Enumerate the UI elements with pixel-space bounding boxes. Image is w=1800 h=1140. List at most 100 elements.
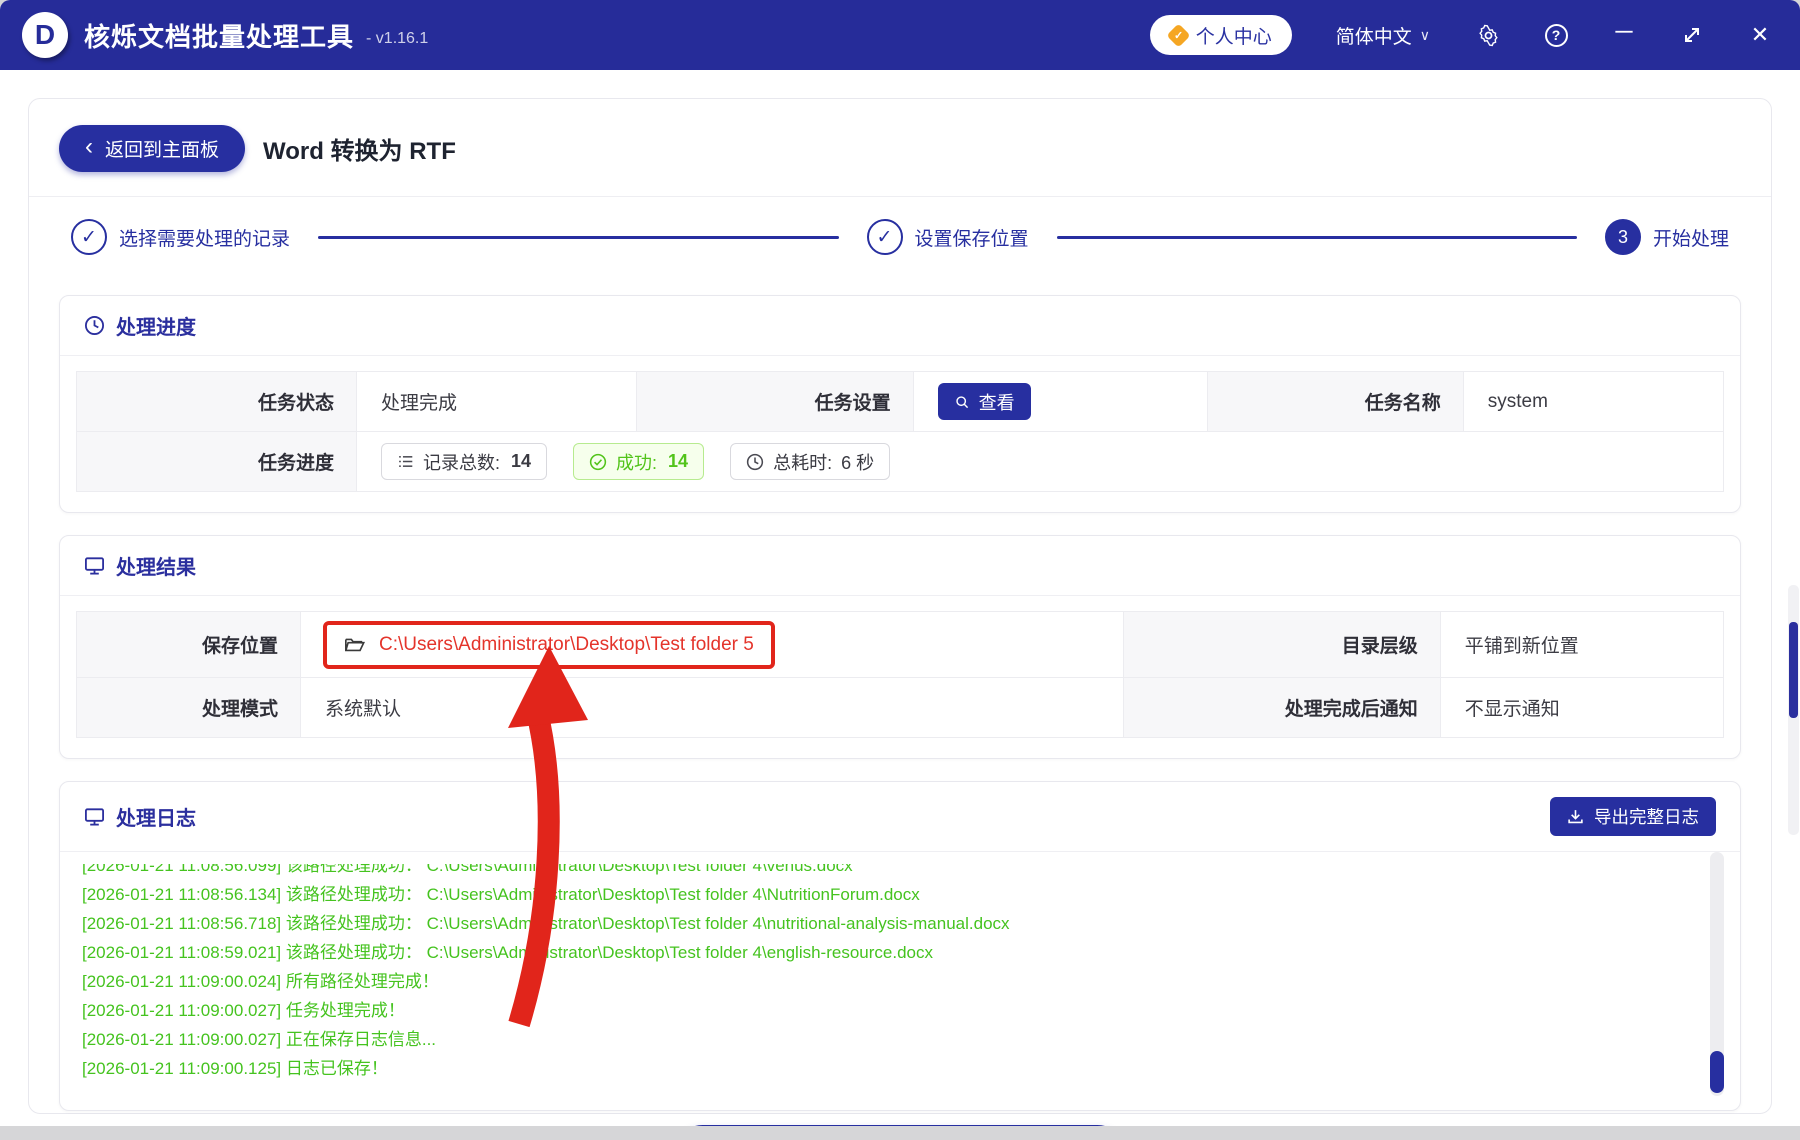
task-progress-label: 任务进度 [76,431,357,492]
records-total-badge: 记录总数: 14 [380,443,548,480]
step-select-records: ✓ 选择需要处理的记录 [71,219,290,255]
app-version: - v1.16.1 [366,30,429,47]
close-button[interactable]: ✕ [1748,22,1772,47]
view-button-label: 查看 [978,392,1015,413]
expand-icon [1685,28,1699,42]
export-log-button[interactable]: 导出完整日志 [1550,797,1716,836]
task-status-value: 处理完成 [355,371,637,432]
monitor-icon [85,808,104,826]
main-panel: ‹ 返回到主面板 Word 转换为 RTF ✓ 选择需要处理的记录 ✓ 设置保存… [28,98,1772,1126]
step2-check-icon: ✓ [866,219,903,255]
page-scrollbar-thumb[interactable] [1789,622,1798,718]
step-indicator: ✓ 选择需要处理的记录 ✓ 设置保存位置 3 开始处理 [59,197,1741,273]
download-icon [1568,810,1583,824]
result-section-title: 处理结果 [116,557,196,579]
log-scrollbar-track[interactable] [1710,852,1724,1096]
close-icon: ✕ [1750,22,1770,47]
back-button-label: 返回到主面板 [105,140,220,161]
title-bar: D 核烁文档批量处理工具 - v1.16.1 ✓ 个人中心 简体中文 ∨ ? ─… [0,0,1800,70]
help-icon: ? [1544,23,1568,47]
page-title: Word 转换为 RTF [263,138,456,165]
save-location-label: 保存位置 [76,611,301,678]
user-center-label: 个人中心 [1195,26,1272,48]
records-total-label: 记录总数: [422,452,500,473]
log-line: [2026-01-21 11:09:00.027] 正在保存日志信息... [82,1030,437,1049]
folder-icon [344,638,365,652]
log-line: [2026-01-21 11:09:00.024] 所有路径处理完成！ [82,972,439,991]
settings-button[interactable] [1476,23,1500,47]
directory-level-label: 目录层级 [1123,611,1441,678]
step2-label: 设置保存位置 [914,228,1029,250]
chevron-left-icon: ‹ [85,133,93,160]
app-title: 核烁文档批量处理工具 [84,21,355,52]
desktop-edge [0,1126,1800,1140]
step1-label: 选择需要处理的记录 [119,228,291,250]
gear-icon [1478,24,1498,46]
table-row: 任务进度 记录总数: 14 成功: 14 总耗时: 6 秒 [76,431,1725,492]
app-window: D 核烁文档批量处理工具 - v1.16.1 ✓ 个人中心 简体中文 ∨ ? ─… [0,0,1800,1126]
help-button[interactable]: ? [1544,23,1568,47]
language-selector[interactable]: 简体中文 ∨ [1336,22,1430,49]
notify-after-value: 不显示通知 [1439,677,1725,738]
user-center-button[interactable]: ✓ 个人中心 [1149,15,1292,55]
elapsed-time-label: 总耗时: [773,452,833,473]
success-value: 14 [668,451,689,471]
save-location-annotation-box: C:\Users\Administrator\Desktop\Test fold… [322,620,775,669]
maximize-button[interactable] [1680,23,1704,47]
task-settings-label: 任务设置 [635,371,914,432]
step1-check-icon: ✓ [71,219,107,255]
table-row: 任务状态 处理完成 任务设置 查看 任务名称 system [76,371,1725,432]
result-table: 保存位置 C:\Users\Administrator\Desktop\Test… [76,611,1725,738]
log-section-title: 处理日志 [116,808,196,830]
process-mode-label: 处理模式 [76,677,301,738]
log-line: [2026-01-21 11:09:00.027] 任务处理完成！ [82,1001,405,1020]
minimize-icon: ─ [1615,18,1633,45]
log-line: [2026-01-21 11:08:56.718] 该路径处理成功： C:\Us… [82,914,1010,933]
step3-label: 开始处理 [1653,228,1730,250]
list-icon [399,456,413,467]
membership-diamond-icon: ✓ [1166,22,1191,48]
step3-number-badge: 3 [1605,219,1641,255]
task-name-value: system [1462,371,1725,432]
elapsed-time-value: 6 秒 [841,452,875,473]
check-circle-icon [589,453,607,470]
processing-result-section: 处理结果 保存位置 C:\Users\Administrator\Desktop… [59,535,1741,759]
language-label: 简体中文 [1335,26,1412,48]
notify-after-label: 处理完成后通知 [1123,677,1441,738]
step-connector [318,235,839,239]
success-count-badge: 成功: 14 [573,443,705,480]
view-settings-button[interactable]: 查看 [937,383,1031,420]
chevron-down-icon: ∨ [1419,26,1430,43]
success-label: 成功: [616,452,658,473]
process-mode-value: 系统默认 [299,677,1125,738]
processing-progress-section: 处理进度 任务状态 处理完成 任务设置 查看 任务名称 system 任务进度 … [59,295,1741,513]
log-viewport[interactable]: [2026-01-21 11:08:56.099] 该路径处理成功： C:\Us… [82,864,1718,1092]
screen: D 核烁文档批量处理工具 - v1.16.1 ✓ 个人中心 简体中文 ∨ ? ─… [0,0,1800,1140]
directory-level-value: 平铺到新位置 [1439,611,1725,678]
step-connector [1056,235,1577,239]
monitor-icon [85,557,104,575]
save-location-path[interactable]: C:\Users\Administrator\Desktop\Test fold… [379,634,754,656]
step-save-location: ✓ 设置保存位置 [866,219,1029,255]
view-icon [955,395,968,408]
logo-letter: D [34,19,56,50]
log-line: [2026-01-21 11:08:59.021] 该路径处理成功： C:\Us… [82,943,933,962]
log-scrollbar-thumb[interactable] [1710,1051,1724,1093]
progress-table: 任务状态 处理完成 任务设置 查看 任务名称 system 任务进度 记录总数:… [76,371,1725,492]
table-row: 处理模式 系统默认 处理完成后通知 不显示通知 [76,677,1725,738]
log-line: [2026-01-21 11:09:00.125] 日志已保存！ [82,1059,388,1078]
task-status-label: 任务状态 [76,371,357,432]
minimize-button[interactable]: ─ [1612,18,1636,47]
progress-section-title: 处理进度 [116,317,196,339]
records-total-value: 14 [511,451,532,471]
log-line: [2026-01-21 11:08:56.134] 该路径处理成功： C:\Us… [82,885,920,904]
processing-log-section: 处理日志 导出完整日志 [2026-01-21 11:08:56.099] 该路 [59,781,1741,1111]
table-row: 保存位置 C:\Users\Administrator\Desktop\Test… [76,611,1725,678]
task-name-label: 任务名称 [1207,371,1464,432]
export-log-label: 导出完整日志 [1594,807,1699,827]
clock-icon [746,453,764,470]
back-to-dashboard-button[interactable]: ‹ 返回到主面板 [59,125,246,172]
elapsed-time-badge: 总耗时: 6 秒 [730,443,891,480]
step-start-processing: 3 开始处理 [1605,219,1729,255]
app-logo: D [22,12,68,58]
